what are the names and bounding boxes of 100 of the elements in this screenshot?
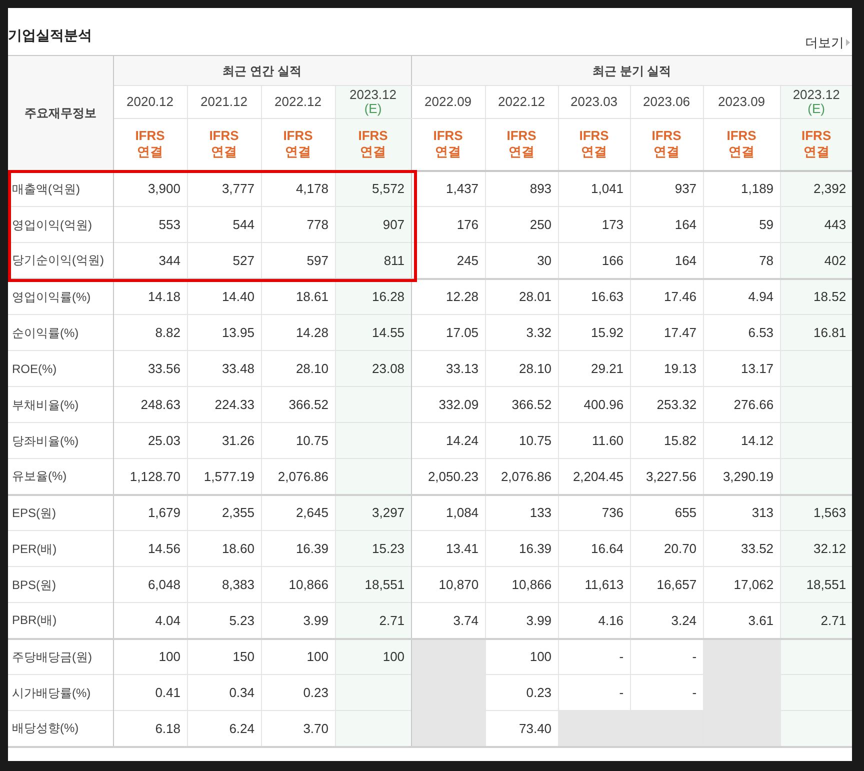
table-cell: 78: [703, 242, 780, 278]
table-cell: 164: [630, 206, 704, 242]
basis-cell: IFRS 연결: [780, 118, 852, 170]
table-cell: 18,551: [335, 566, 412, 602]
row-label: 매출액(억원): [8, 170, 113, 206]
table-cell: 937: [630, 170, 704, 206]
table-cell: 655: [630, 494, 704, 530]
table-cell: 100: [485, 638, 558, 674]
table-cell: 11,613: [558, 566, 630, 602]
table-cell: 11.60: [558, 422, 630, 458]
table-cell: 3,227.56: [630, 458, 704, 494]
table-cell: 443: [780, 206, 852, 242]
table-cell: 6,048: [113, 566, 187, 602]
table-cell: 400.96: [558, 386, 630, 422]
table-cell: 14.12: [703, 422, 780, 458]
basis-cell: IFRS 연결: [261, 118, 335, 170]
table-cell: 59: [703, 206, 780, 242]
table-cell: 33.56: [113, 350, 187, 386]
table-cell: 907: [335, 206, 412, 242]
table-cell: 17.05: [411, 314, 486, 350]
row-label: PER(배): [8, 530, 113, 566]
period-cell: 2023.03: [558, 86, 630, 118]
row-label: 유보율(%): [8, 458, 113, 494]
table-cell: 10,866: [261, 566, 335, 602]
table-cell: 28.01: [485, 278, 558, 314]
table-cell: 3.70: [261, 710, 335, 746]
table-cell: 4,178: [261, 170, 335, 206]
table-cell: 19.13: [630, 350, 704, 386]
table-cell: 16.39: [261, 530, 335, 566]
table-cell: 25.03: [113, 422, 187, 458]
table-cell: 14.24: [411, 422, 486, 458]
more-link[interactable]: 더보기: [805, 32, 852, 52]
table-cell: 14.56: [113, 530, 187, 566]
period-cell: 2022.12: [485, 86, 558, 118]
table-cell: 1,189: [703, 170, 780, 206]
period-cell: 2020.12: [113, 86, 187, 118]
group-header-cell: 최근 연간 실적: [113, 56, 412, 86]
table-cell: 3.99: [261, 602, 335, 638]
table-cell: 166: [558, 242, 630, 278]
group-header-cell: 최근 분기 실적: [411, 56, 852, 86]
table-cell: 15.92: [558, 314, 630, 350]
table-cell: 17,062: [703, 566, 780, 602]
row-label: 부채비율(%): [8, 386, 113, 422]
table-cell: 1,563: [780, 494, 852, 530]
basis-cell: IFRS 연결: [187, 118, 261, 170]
table-cell: 3.24: [630, 602, 704, 638]
table-cell: 17.47: [630, 314, 704, 350]
table-cell: 6.24: [187, 710, 261, 746]
table-cell: 778: [261, 206, 335, 242]
table-cell: 3.99: [485, 602, 558, 638]
table-cell: -: [630, 674, 704, 710]
table-cell: 1,679: [113, 494, 187, 530]
table-cell: 3.61: [703, 602, 780, 638]
table-cell: 2.71: [780, 602, 852, 638]
table-cell: 250: [485, 206, 558, 242]
table-cell: 3.74: [411, 602, 486, 638]
table-cell: 3,900: [113, 170, 187, 206]
table-cell: 553: [113, 206, 187, 242]
table-cell: 4.16: [558, 602, 630, 638]
row-label: 당기순이익(억원): [8, 242, 113, 278]
table-cell: 173: [558, 206, 630, 242]
table-cell: 736: [558, 494, 630, 530]
table-cell: -: [558, 638, 630, 674]
row-label: 배당성향(%): [8, 710, 113, 746]
table-cell: 150: [187, 638, 261, 674]
table-cell: 28.10: [261, 350, 335, 386]
row-label: PBR(배): [8, 602, 113, 638]
row-label: 주당배당금(원): [8, 638, 113, 674]
table-cell: 3,290.19: [703, 458, 780, 494]
table-cell: 13.41: [411, 530, 486, 566]
row-label: EPS(원): [8, 494, 113, 530]
row-label: 순이익률(%): [8, 314, 113, 350]
caret-icon: [846, 38, 850, 46]
table-cell: 30: [485, 242, 558, 278]
table-cell: 224.33: [187, 386, 261, 422]
table-cell: 12.28: [411, 278, 486, 314]
table-cell: 2,645: [261, 494, 335, 530]
period-cell: 2023.12 (E): [780, 86, 852, 118]
table-cell: 811: [335, 242, 412, 278]
table-cell: 366.52: [485, 386, 558, 422]
table-cell: 1,577.19: [187, 458, 261, 494]
table-cell: 3,777: [187, 170, 261, 206]
table-cell: 4.04: [113, 602, 187, 638]
table-cell: 366.52: [261, 386, 335, 422]
table-cell: 344: [113, 242, 187, 278]
basis-cell: IFRS 연결: [630, 118, 704, 170]
table-cell: 5.23: [187, 602, 261, 638]
table-cell: 10.75: [485, 422, 558, 458]
header-cell: 주요재무정보: [8, 56, 113, 170]
table-cell: 18.60: [187, 530, 261, 566]
table-cell: 100: [261, 638, 335, 674]
period-cell: 2022.09: [411, 86, 486, 118]
table-cell: 20.70: [630, 530, 704, 566]
table-cell: 133: [485, 494, 558, 530]
table-cell: 8,383: [187, 566, 261, 602]
table-cell: 8.82: [113, 314, 187, 350]
table-cell: 2,076.86: [485, 458, 558, 494]
table-cell: 13.95: [187, 314, 261, 350]
table-cell: 17.46: [630, 278, 704, 314]
table-cell: 2.71: [335, 602, 412, 638]
